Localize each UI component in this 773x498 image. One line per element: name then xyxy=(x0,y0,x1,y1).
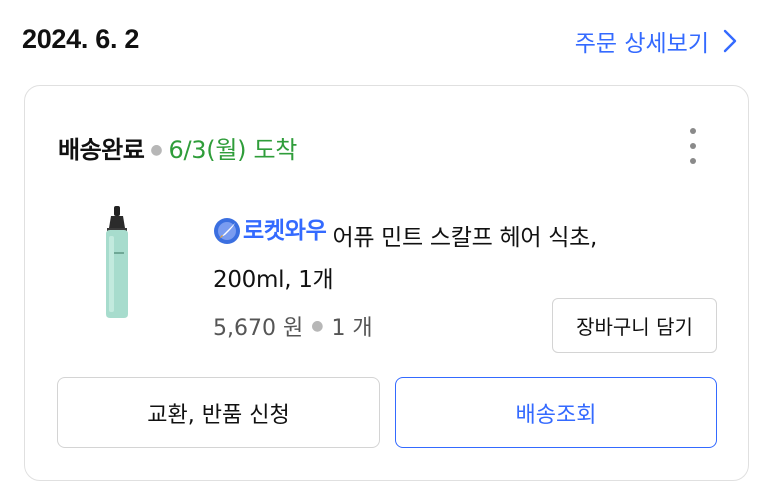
product-quantity: 1 개 xyxy=(331,316,373,341)
track-delivery-button[interactable]: 배송조회 xyxy=(395,377,717,448)
more-vertical-icon xyxy=(690,128,696,134)
delivery-status: 배송완료 xyxy=(58,136,145,164)
price-row: 5,670 원 ● 1 개 xyxy=(213,310,373,342)
rocket-wow-badge: 로켓와우 xyxy=(213,210,327,252)
rocket-icon xyxy=(214,218,240,244)
chevron-right-icon xyxy=(723,29,737,53)
order-date: 2024. 6. 2 xyxy=(22,24,140,54)
order-detail-label: 주문 상세보기 xyxy=(574,31,709,57)
product-price: 5,670 원 xyxy=(213,316,304,341)
rocket-wow-label: 로켓와우 xyxy=(243,218,327,244)
arrival-date: 6/3(월) 도착 xyxy=(168,136,298,164)
order-card: 배송완료 ● 6/3(월) 도착 로켓와우 어퓨 민트 스칼프 헤어 식초, 2… xyxy=(24,85,749,481)
more-options-button[interactable] xyxy=(686,128,700,164)
separator-dot: ● xyxy=(311,318,324,334)
return-exchange-button[interactable]: 교환, 반품 신청 xyxy=(57,377,380,448)
product-thumbnail[interactable] xyxy=(87,206,147,324)
product-name-line2: 200ml, 1개 xyxy=(213,267,334,293)
product-name-line1: 어퓨 민트 스칼프 헤어 식초, xyxy=(332,225,597,251)
separator-dot: ● xyxy=(150,142,163,158)
add-to-cart-button[interactable]: 장바구니 담기 xyxy=(552,298,717,353)
delivery-status-row: 배송완료 ● 6/3(월) 도착 xyxy=(58,130,297,165)
product-name[interactable]: 로켓와우 어퓨 민트 스칼프 헤어 식초, 200ml, 1개 xyxy=(213,210,663,301)
order-detail-link[interactable]: 주문 상세보기 xyxy=(575,24,741,58)
